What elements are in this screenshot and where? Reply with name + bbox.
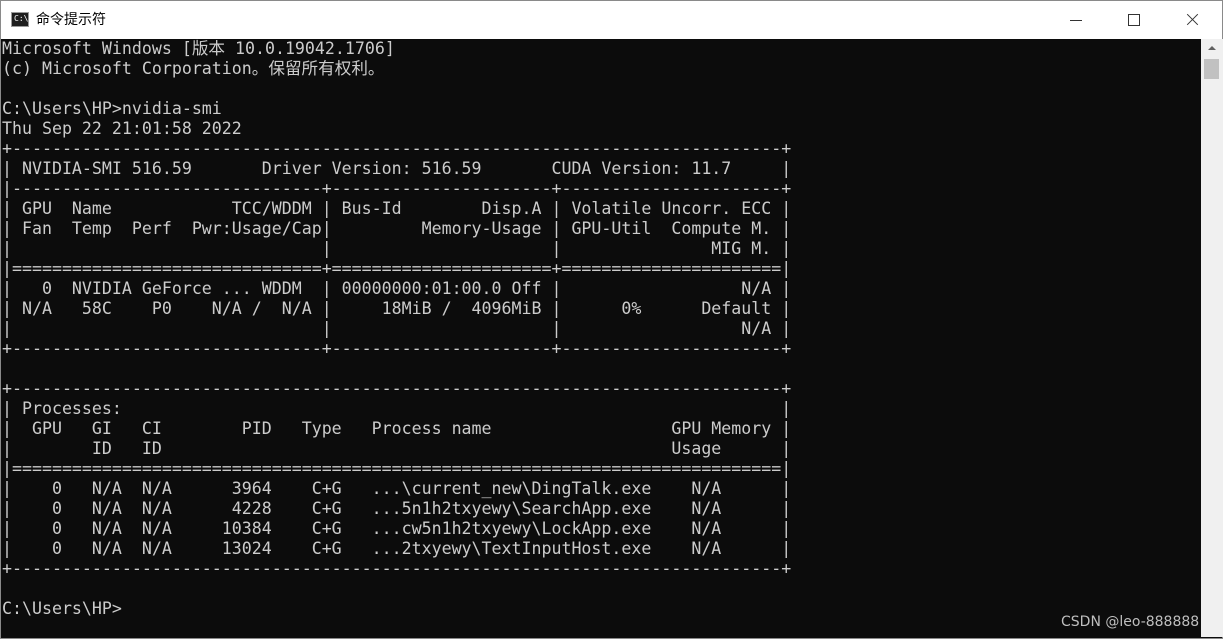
window-title: 命令提示符 bbox=[36, 12, 106, 28]
console-app-icon[interactable]: C:\ bbox=[11, 12, 29, 27]
console-line: |===============================+=======… bbox=[2, 259, 792, 278]
maximize-icon bbox=[1128, 14, 1140, 26]
console-line: Thu Sep 22 21:01:58 2022 bbox=[2, 119, 242, 138]
command-prompt-window: C:\ 命令提示符 Microsoft Windows [版本 10.0.190… bbox=[0, 0, 1223, 639]
console-line: | 0 N/A N/A 10384 C+G ...cw5n1h2txyewy\L… bbox=[2, 519, 792, 538]
console-line: +---------------------------------------… bbox=[2, 139, 792, 158]
console-line: +---------------------------------------… bbox=[2, 559, 792, 578]
console-line: | 0 NVIDIA GeForce ... WDDM | 00000000:0… bbox=[2, 279, 792, 298]
console-line: |=======================================… bbox=[2, 459, 792, 478]
minimize-icon bbox=[1070, 19, 1082, 21]
title-bar[interactable]: C:\ 命令提示符 bbox=[1, 1, 1222, 39]
vertical-scrollbar[interactable] bbox=[1201, 39, 1223, 637]
console-line: | | | N/A | bbox=[2, 319, 792, 338]
close-button[interactable] bbox=[1163, 1, 1221, 39]
console-line: | 0 N/A N/A 13024 C+G ...2txyewy\TextInp… bbox=[2, 539, 792, 558]
arrow-up-icon bbox=[1208, 46, 1216, 50]
console-line: | NVIDIA-SMI 516.59 Driver Version: 516.… bbox=[2, 159, 792, 178]
console-line: +-------------------------------+-------… bbox=[2, 339, 792, 358]
console-line: |-------------------------------+-------… bbox=[2, 179, 792, 198]
scroll-thumb[interactable] bbox=[1204, 59, 1219, 79]
console-line: | Processes: | bbox=[2, 399, 792, 418]
console-line: | ID ID Usage | bbox=[2, 439, 792, 458]
maximize-button[interactable] bbox=[1105, 1, 1163, 39]
scroll-up-button[interactable] bbox=[1201, 39, 1223, 57]
minimize-button[interactable] bbox=[1047, 1, 1105, 39]
console-line: Microsoft Windows [版本 10.0.19042.1706] bbox=[2, 39, 395, 58]
close-icon bbox=[1185, 13, 1199, 27]
command-prompt-line: C:\Users\HP> bbox=[2, 599, 122, 618]
console-line: | | | MIG M. | bbox=[2, 239, 792, 258]
watermark: CSDN @leo-888888 bbox=[1061, 614, 1200, 630]
console-line: | N/A 58C P0 N/A / N/A | 18MiB / 4096MiB… bbox=[2, 299, 792, 318]
console-line: | 0 N/A N/A 3964 C+G ...\current_new\Din… bbox=[2, 479, 792, 498]
console-output[interactable]: Microsoft Windows [版本 10.0.19042.1706] (… bbox=[2, 39, 1201, 637]
console-line: | GPU GI CI PID Type Process name GPU Me… bbox=[2, 419, 792, 438]
console-line: | 0 N/A N/A 4228 C+G ...5n1h2txyewy\Sear… bbox=[2, 499, 792, 518]
console-line: | GPU Name TCC/WDDM | Bus-Id Disp.A | Vo… bbox=[2, 199, 792, 218]
console-line: (c) Microsoft Corporation。保留所有权利。 bbox=[2, 59, 385, 78]
console-line: | Fan Temp Perf Pwr:Usage/Cap| Memory-Us… bbox=[2, 219, 792, 238]
console-line: +---------------------------------------… bbox=[2, 379, 792, 398]
app-icon-label: C:\ bbox=[14, 14, 29, 23]
console-line: C:\Users\HP>nvidia-smi bbox=[2, 99, 222, 118]
